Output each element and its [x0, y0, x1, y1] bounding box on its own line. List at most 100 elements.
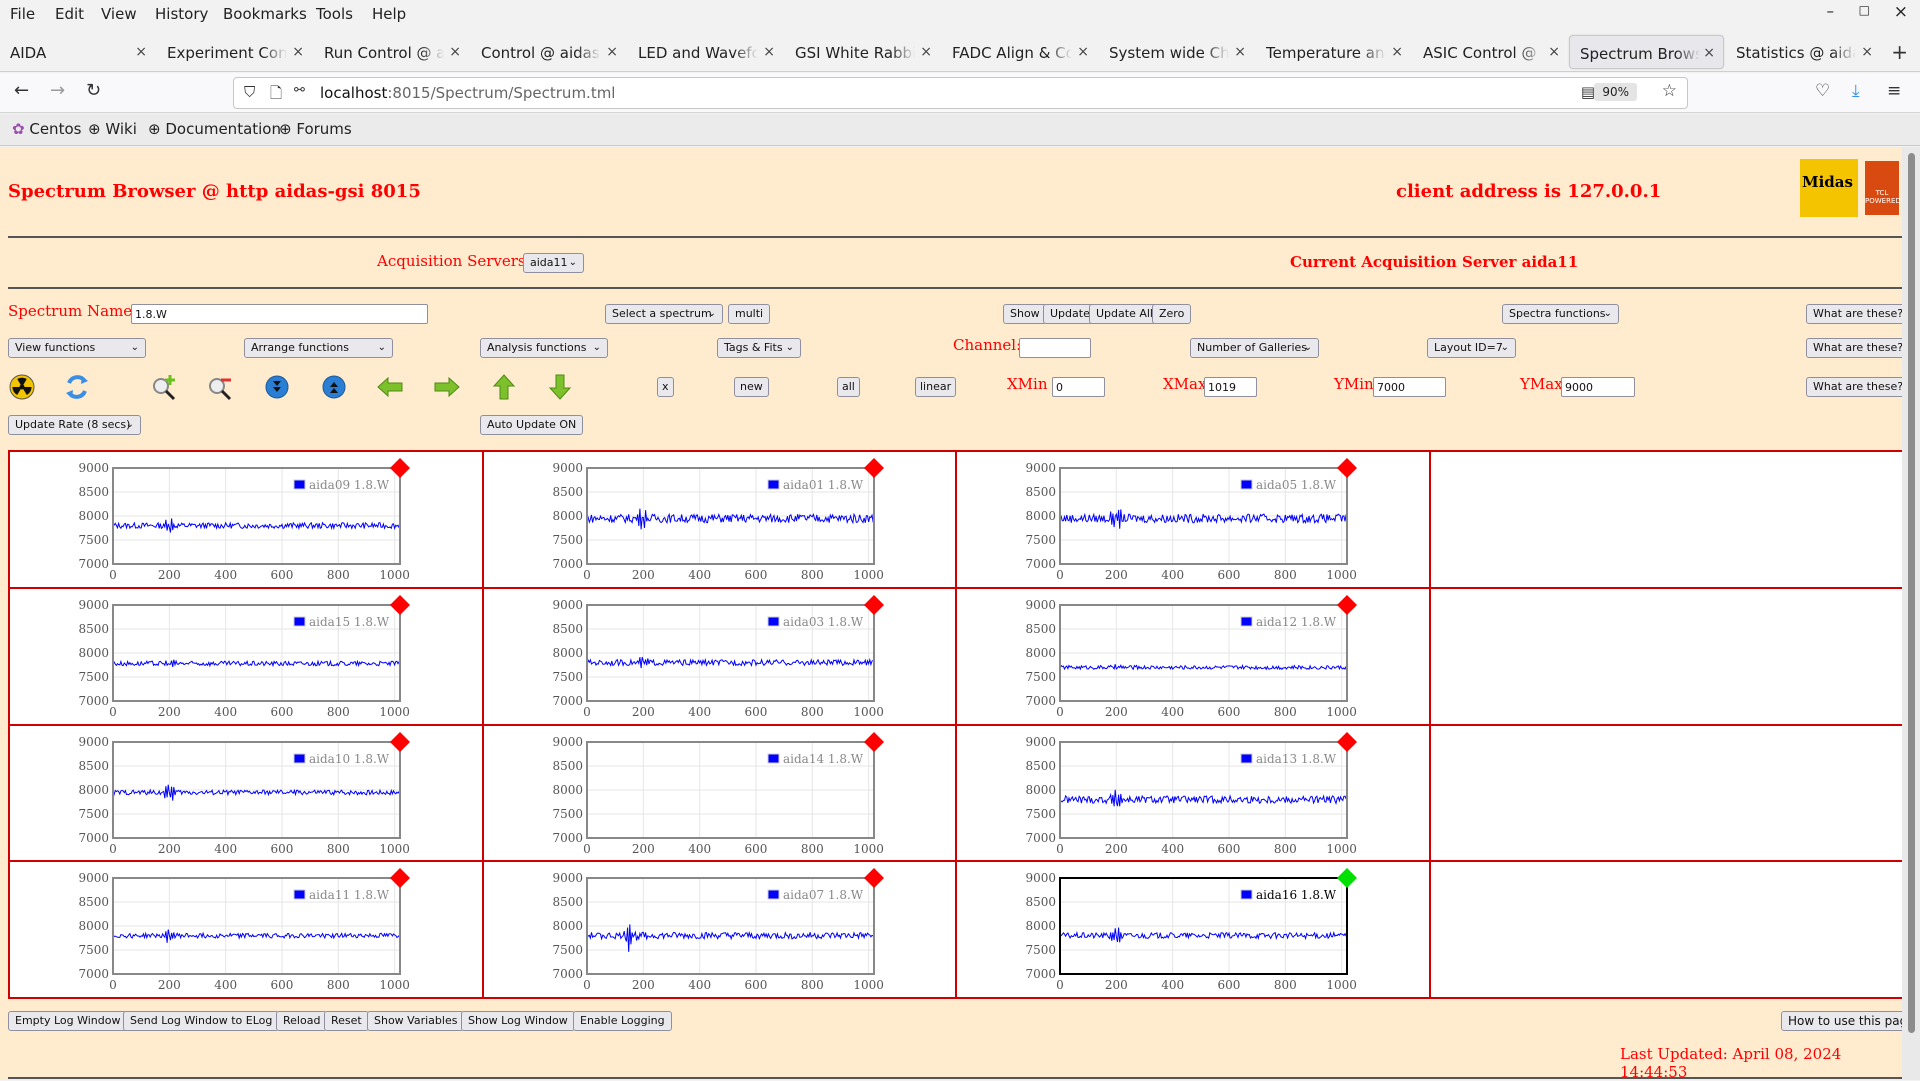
- linear-button[interactable]: linear: [915, 377, 957, 397]
- layout-id-dropdown[interactable]: Layout ID=7 ⌄: [1427, 338, 1516, 358]
- xmin-input[interactable]: [1052, 377, 1105, 397]
- minimize-button[interactable]: –: [1827, 2, 1835, 20]
- zoom-in-icon[interactable]: [150, 373, 178, 401]
- reload-icon[interactable]: ↻: [86, 80, 101, 101]
- reload-button[interactable]: Reload: [276, 1011, 328, 1031]
- arrow-up-icon[interactable]: [490, 373, 518, 401]
- status-marker[interactable]: [1337, 594, 1357, 615]
- ymin-input[interactable]: [1373, 377, 1446, 397]
- tab-statistics[interactable]: Statistics @ aidas-g ×: [1726, 35, 1881, 69]
- close-tab-icon[interactable]: ×: [449, 44, 461, 60]
- gallery-cell[interactable]: 7000 7500 8000 8500 9000 0 200 400 600 800 1000 aid…: [955, 723, 1431, 863]
- status-marker[interactable]: [863, 731, 884, 752]
- maximize-button[interactable]: □: [1859, 3, 1870, 17]
- tab-led-waveform[interactable]: LED and Waveform ×: [628, 35, 783, 69]
- close-tab-icon[interactable]: ×: [1391, 44, 1403, 60]
- empty-gallery-cell[interactable]: [1428, 860, 1904, 999]
- close-tab-icon[interactable]: ×: [292, 44, 304, 60]
- spectrum-chart[interactable]: 7000 7500 8000 8500 9000 0 200 400 600 800 1000 aid…: [957, 452, 1431, 589]
- status-marker[interactable]: [863, 458, 884, 478]
- gallery-cell[interactable]: 7000 7500 8000 8500 9000 0 200 400 600 800 1000 aid…: [481, 450, 958, 589]
- gallery-cell[interactable]: 7000 7500 8000 8500 9000 0 200 400 600 800 1000 aid…: [955, 860, 1431, 999]
- pocket-icon[interactable]: ♡: [1815, 81, 1830, 101]
- status-marker[interactable]: [863, 868, 884, 889]
- radiation-icon[interactable]: [8, 373, 36, 401]
- status-marker[interactable]: [390, 731, 410, 752]
- how-to-use-button[interactable]: How to use this page: [1781, 1011, 1920, 1031]
- status-marker[interactable]: [1337, 731, 1357, 752]
- close-tab-icon[interactable]: ×: [920, 44, 932, 60]
- empty-gallery-cell[interactable]: [1428, 723, 1904, 863]
- reader-view-icon[interactable]: ▤: [1581, 83, 1595, 101]
- close-tab-icon[interactable]: ×: [135, 44, 147, 60]
- status-marker[interactable]: [863, 594, 884, 615]
- show-button[interactable]: Show: [1003, 304, 1047, 324]
- gallery-cell[interactable]: 7000 7500 8000 8500 9000 0 200 400 600 800 1000 aid…: [8, 450, 484, 589]
- gallery-cell[interactable]: 7000 7500 8000 8500 9000 0 200 400 600 800 1000 aid…: [8, 723, 484, 863]
- spectrum-chart[interactable]: 7000 7500 8000 8500 9000 0 200 400 600 800 1000 aid…: [957, 589, 1431, 726]
- shield-icon[interactable]: ⛉: [244, 83, 255, 101]
- bookmark-documentation[interactable]: ⊕ Documentation: [148, 120, 281, 138]
- gallery-cell[interactable]: 7000 7500 8000 8500 9000 0 200 400 600 800 1000 aid…: [955, 450, 1431, 589]
- arrange-functions-dropdown[interactable]: Arrange functions ⌄: [244, 338, 393, 358]
- reset-button[interactable]: Reset: [324, 1011, 369, 1031]
- tags-fits-dropdown[interactable]: Tags & Fits ⌄: [717, 338, 801, 358]
- download-icon[interactable]: ⤓: [1852, 81, 1860, 101]
- ymax-input[interactable]: [1561, 377, 1635, 397]
- menu-help[interactable]: Help: [372, 5, 406, 23]
- bookmark-centos[interactable]: ✿ Centos: [12, 120, 81, 138]
- empty-gallery-cell[interactable]: [1428, 586, 1904, 726]
- zoom-level[interactable]: 90%: [1594, 83, 1637, 101]
- tab-fadc-align[interactable]: FADC Align & Cont ×: [942, 35, 1097, 69]
- permissions-icon[interactable]: ⚯: [294, 83, 305, 98]
- spectrum-chart[interactable]: 7000 7500 8000 8500 9000 0 200 400 600 800 1000 aid…: [10, 862, 484, 999]
- tab-spectrum-browser[interactable]: Spectrum Browser×: [1569, 35, 1724, 69]
- what-are-these-button-3[interactable]: What are these?: [1806, 377, 1911, 397]
- hamburger-menu-icon[interactable]: ≡: [1887, 81, 1901, 101]
- spectrum-chart[interactable]: 7000 7500 8000 8500 9000 0 200 400 600 800 1000 aid…: [10, 452, 484, 589]
- menu-view[interactable]: View: [101, 5, 137, 23]
- tab-experiment-control[interactable]: Experiment Control ×: [157, 35, 312, 69]
- menu-file[interactable]: File: [10, 5, 35, 23]
- status-marker[interactable]: [390, 458, 410, 478]
- spectrum-chart[interactable]: 7000 7500 8000 8500 9000 0 200 400 600 800 1000 aid…: [484, 726, 958, 863]
- update-rate-dropdown[interactable]: Update Rate (8 secs) ⌄: [8, 415, 141, 435]
- empty-log-window-button[interactable]: Empty Log Window: [8, 1011, 128, 1031]
- what-are-these-button-2[interactable]: What are these?: [1806, 338, 1911, 358]
- acquisition-server-select[interactable]: aida11 ⌄: [523, 253, 584, 273]
- close-tab-icon[interactable]: ×: [1861, 44, 1873, 60]
- status-marker[interactable]: [1337, 458, 1357, 478]
- spectrum-chart[interactable]: 7000 7500 8000 8500 9000 0 200 400 600 800 1000 aid…: [957, 862, 1431, 999]
- status-marker[interactable]: [390, 594, 410, 615]
- menu-edit[interactable]: Edit: [55, 5, 84, 23]
- analysis-functions-dropdown[interactable]: Analysis functions ⌄: [480, 338, 608, 358]
- gallery-cell[interactable]: 7000 7500 8000 8500 9000 0 200 400 600 800 1000 aid…: [955, 586, 1431, 726]
- spectrum-chart[interactable]: 7000 7500 8000 8500 9000 0 200 400 600 800 1000 aid…: [10, 726, 484, 863]
- collapse-down-icon[interactable]: [263, 373, 291, 401]
- spectrum-chart[interactable]: 7000 7500 8000 8500 9000 0 200 400 600 800 1000 aid…: [484, 589, 958, 726]
- send-log-to-elog-button[interactable]: Send Log Window to ELog: [123, 1011, 280, 1031]
- spectrum-name-input[interactable]: [131, 304, 428, 324]
- update-all-button[interactable]: Update All: [1089, 304, 1160, 324]
- select-spectrum-dropdown[interactable]: Select a spectrum ⌄: [605, 304, 723, 324]
- bookmark-star-icon[interactable]: ☆: [1662, 81, 1677, 101]
- bookmark-forums[interactable]: ⊕ Forums: [279, 120, 352, 138]
- multi-button[interactable]: multi: [728, 304, 771, 324]
- empty-gallery-cell[interactable]: [1428, 450, 1904, 589]
- close-tab-icon[interactable]: ×: [1548, 44, 1560, 60]
- back-button[interactable]: ←: [14, 80, 29, 101]
- channel-input[interactable]: [1019, 338, 1091, 358]
- gallery-cell[interactable]: 7000 7500 8000 8500 9000 0 200 400 600 800 1000 aid…: [8, 860, 484, 999]
- spectrum-chart[interactable]: 7000 7500 8000 8500 9000 0 200 400 600 800 1000 aid…: [484, 862, 958, 999]
- x-button[interactable]: x: [657, 377, 674, 397]
- forward-button[interactable]: →: [50, 80, 65, 101]
- new-tab-button[interactable]: +: [1891, 40, 1908, 64]
- arrow-down-icon[interactable]: [546, 373, 574, 401]
- tab-white-rabbit[interactable]: GSI White Rabbit T ×: [785, 35, 940, 69]
- status-marker[interactable]: [1337, 868, 1357, 889]
- spectra-functions-dropdown[interactable]: Spectra functions ⌄: [1502, 304, 1619, 324]
- spectrum-chart[interactable]: 7000 7500 8000 8500 9000 0 200 400 600 800 1000 aid…: [484, 452, 958, 589]
- gallery-cell[interactable]: 7000 7500 8000 8500 9000 0 200 400 600 800 1000 aid…: [8, 586, 484, 726]
- show-log-window-button[interactable]: Show Log Window: [461, 1011, 575, 1031]
- zoom-out-icon[interactable]: [206, 373, 234, 401]
